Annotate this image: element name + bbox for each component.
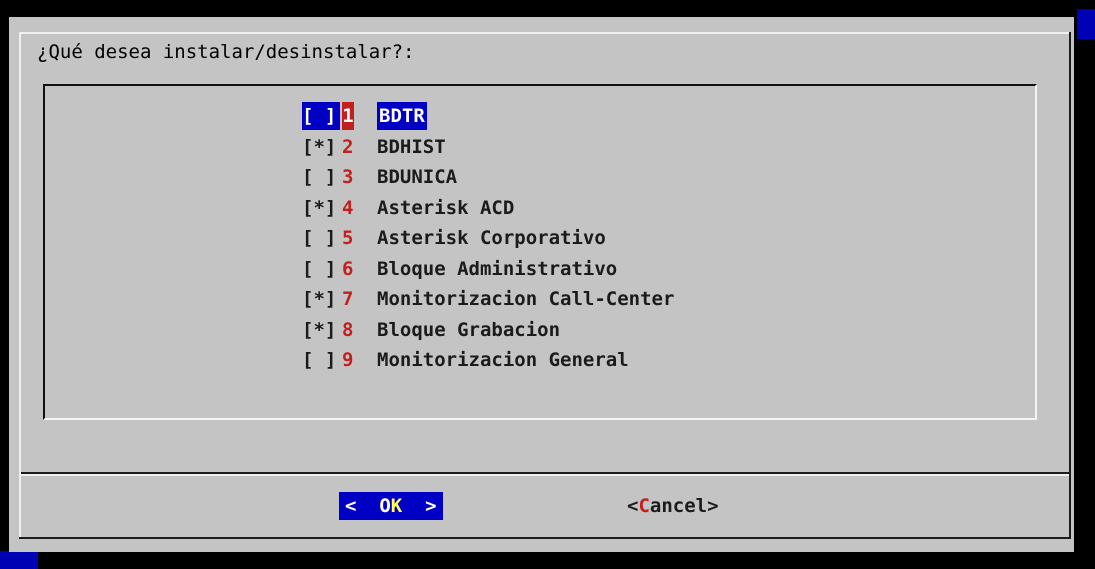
item-number: 2: [342, 133, 377, 161]
checklist-item[interactable]: [ ] 6 Bloque Administrativo: [302, 255, 617, 283]
install-dialog: ¿Qué desea instalar/desinstalar?: [ ] 1 BD…: [9, 17, 1074, 552]
item-number-text: 1: [342, 102, 354, 130]
item-number-text: 4: [342, 196, 354, 219]
ok-right-bracket: >: [402, 495, 437, 517]
checkbox[interactable]: [ ]: [302, 224, 342, 252]
item-number: 4: [342, 194, 377, 222]
button-separator-light: [21, 474, 1069, 476]
screen-blue-accent-top: [1077, 9, 1095, 39]
item-label: Monitorizacion Call-Center: [377, 288, 675, 310]
checkbox[interactable]: [ ]: [302, 102, 340, 130]
cancel-button[interactable]: <Cancel>: [627, 492, 719, 520]
item-label: Asterisk ACD: [377, 196, 515, 219]
item-number: 8: [342, 316, 377, 344]
checklist-item[interactable]: [*] 7 Monitorizacion Call-Center: [302, 285, 674, 313]
ok-button[interactable]: < OK >: [339, 492, 443, 520]
item-number-text: 8: [342, 318, 354, 341]
cancel-hotkey: C: [638, 495, 650, 517]
dialog-border-top: [19, 32, 1071, 34]
item-number-text: 5: [342, 227, 354, 249]
cancel-label-rest: ancel>: [649, 495, 719, 517]
item-number: 6: [342, 255, 377, 283]
checklist-item[interactable]: [ ] 3 BDUNICA: [302, 163, 457, 191]
checklist-item[interactable]: [*] 4 Asterisk ACD: [302, 194, 514, 222]
cancel-left-bracket: <: [627, 495, 639, 517]
item-label: Bloque Administrativo: [377, 257, 618, 280]
item-label: Asterisk Corporativo: [377, 227, 606, 249]
item-number-text: 7: [342, 288, 354, 310]
item-label: BDTR: [377, 102, 427, 130]
checkbox[interactable]: [*]: [302, 316, 342, 344]
screen-blue-accent-bottom: [0, 551, 38, 569]
dialog-prompt: ¿Qué desea instalar/desinstalar?:: [37, 41, 415, 63]
checkbox[interactable]: [ ]: [302, 346, 342, 374]
item-label: Monitorizacion General: [377, 349, 629, 371]
checklist-item[interactable]: [*] 2 BDHIST: [302, 133, 446, 161]
ok-left-bracket: <: [345, 495, 380, 517]
item-label: BDHIST: [377, 135, 446, 158]
checkbox[interactable]: [*]: [302, 133, 342, 161]
dialog-border-bottom: [19, 537, 1071, 539]
item-label: BDUNICA: [377, 166, 458, 188]
checkbox[interactable]: [*]: [302, 285, 342, 313]
checkbox[interactable]: [ ]: [302, 163, 342, 191]
item-number: 1: [342, 102, 377, 130]
checklist-item[interactable]: [ ] 1 BDTR: [302, 102, 427, 130]
item-number-text: 2: [342, 135, 354, 158]
ok-hotkey: K: [390, 495, 403, 517]
item-number-text: 6: [342, 257, 354, 280]
checklist-item[interactable]: [ ] 5 Asterisk Corporativo: [302, 224, 606, 252]
item-number: 9: [342, 346, 377, 374]
item-number: 7: [342, 285, 377, 313]
ok-label-pre: O: [379, 495, 391, 517]
checklist-item[interactable]: [*] 8 Bloque Grabacion: [302, 316, 560, 344]
item-number: 5: [342, 224, 377, 252]
item-number-text: 9: [342, 349, 354, 371]
dialog-border-right: [1069, 32, 1071, 539]
checkbox[interactable]: [*]: [302, 194, 342, 222]
checklist-item[interactable]: [ ] 9 Monitorizacion General: [302, 346, 629, 374]
checkbox[interactable]: [ ]: [302, 255, 342, 283]
item-label: Bloque Grabacion: [377, 318, 561, 341]
item-number-text: 3: [342, 166, 354, 188]
dialog-border-left: [19, 32, 21, 539]
item-number: 3: [342, 163, 377, 191]
